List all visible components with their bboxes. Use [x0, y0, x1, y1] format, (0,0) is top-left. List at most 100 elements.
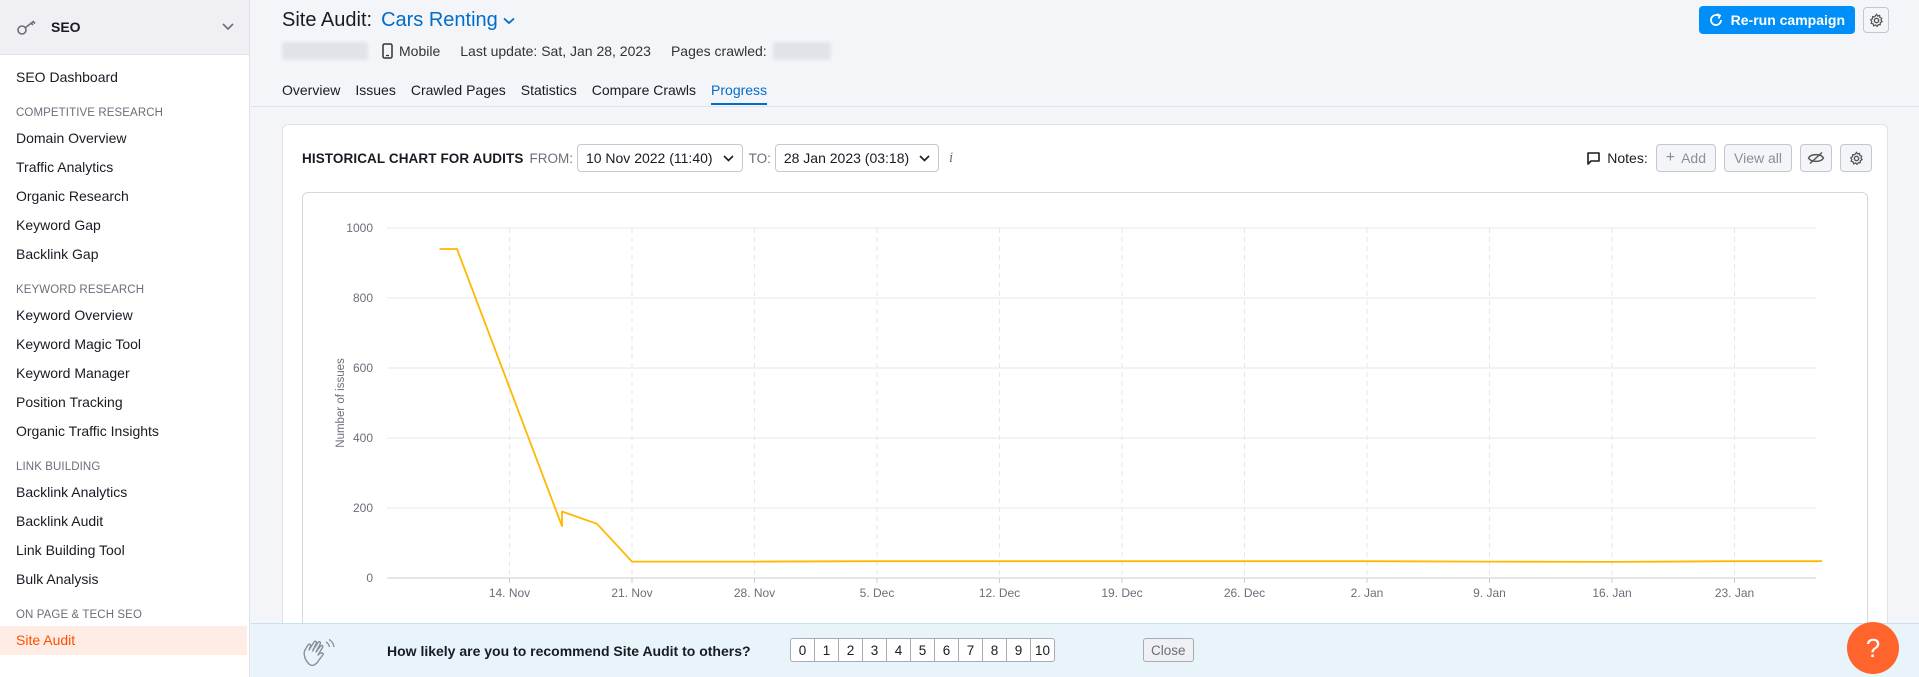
nps-option-9[interactable]: 9 — [1006, 638, 1031, 662]
x-tick-label: 19. Dec — [1101, 586, 1142, 600]
sidebar-section-title: LINK BUILDING — [16, 461, 101, 473]
sidebar-item-keyword-manager[interactable]: Keyword Manager — [0, 359, 249, 388]
y-tick-label: 0 — [366, 571, 373, 585]
sidebar-header[interactable]: SEO — [0, 0, 249, 55]
pages-crawled-label: Pages crawled: — [670, 43, 767, 59]
tab-issues[interactable]: Issues — [355, 82, 395, 105]
device-label: Mobile — [399, 43, 441, 59]
last-update: Last update: Sat, Jan 28, 2023 — [460, 43, 651, 59]
nps-option-2[interactable]: 2 — [838, 638, 863, 662]
sidebar-item-domain-overview[interactable]: Domain Overview — [0, 124, 249, 153]
series-line — [439, 248, 1822, 563]
sidebar-section-title: ON PAGE & TECH SEO — [16, 609, 142, 621]
mobile-icon — [382, 43, 393, 59]
close-feedback-button[interactable]: Close — [1143, 638, 1194, 662]
nps-option-8[interactable]: 8 — [982, 638, 1007, 662]
x-tick-label: 5. Dec — [860, 586, 895, 600]
rerun-label: Re-run campaign — [1730, 12, 1845, 28]
sidebar: SEO SEO Dashboard COMPETITIVE RESEARCH D… — [0, 0, 250, 677]
notes-label: Notes: — [1607, 150, 1648, 166]
y-tick-label: 1000 — [346, 221, 373, 235]
y-tick-label: 600 — [353, 361, 373, 375]
help-button[interactable]: ? — [1847, 622, 1899, 674]
gear-icon — [1849, 150, 1863, 165]
refresh-icon — [1709, 13, 1722, 26]
notes: Notes: — [1586, 150, 1648, 166]
to-date-dropdown[interactable]: 28 Jan 2023 (03:18) — [774, 144, 940, 172]
sidebar-item-backlink-analytics[interactable]: Backlink Analytics — [0, 478, 249, 507]
sidebar-item-position-tracking[interactable]: Position Tracking — [0, 388, 249, 417]
x-tick-label: 21. Nov — [611, 586, 652, 600]
rerun-campaign-button[interactable]: Re-run campaign — [1698, 6, 1855, 34]
info-icon[interactable]: i — [949, 151, 953, 166]
chart-card-title: HISTORICAL CHART FOR AUDITS — [302, 150, 524, 166]
sidebar-item-traffic-analytics[interactable]: Traffic Analytics — [0, 153, 249, 182]
historical-chart-card: HISTORICAL CHART FOR AUDITS FROM: 10 Nov… — [282, 124, 1888, 677]
sidebar-item-organic-traffic-insights[interactable]: Organic Traffic Insights — [0, 417, 249, 446]
chart-toolbar: HISTORICAL CHART FOR AUDITS FROM: 10 Nov… — [302, 144, 1872, 172]
chart-container: 0 200 400 600 800 1000 14. Nov 21. Nov 28. Nov 5.… — [302, 192, 1868, 632]
sidebar-section-title: KEYWORD RESEARCH — [16, 284, 145, 296]
plus-icon: + — [1665, 149, 1676, 166]
from-date-value: 10 Nov 2022 (11:40) — [585, 150, 713, 166]
nps-option-0[interactable]: 0 — [790, 638, 815, 662]
sidebar-item-keyword-overview[interactable]: Keyword Overview — [0, 301, 249, 330]
seo-key-icon — [15, 15, 39, 39]
x-tick-label: 2. Jan — [1351, 586, 1384, 600]
sidebar-item-keyword-gap[interactable]: Keyword Gap — [0, 211, 249, 240]
x-tick-label: 16. Jan — [1592, 586, 1631, 600]
chevron-down-icon[interactable] — [222, 23, 234, 31]
domain-redacted — [282, 42, 368, 60]
page-title: Site Audit: Cars Renting — [282, 9, 515, 32]
y-tick-label: 800 — [353, 291, 373, 305]
from-label: FROM: — [529, 150, 573, 166]
tab-progress[interactable]: Progress — [711, 82, 768, 105]
project-name: Cars Renting — [381, 9, 498, 31]
add-note-button[interactable]: + Add — [1655, 144, 1716, 172]
eye-off-icon — [1807, 151, 1825, 165]
sidebar-item-seo-dashboard[interactable]: SEO Dashboard — [0, 63, 249, 92]
x-tick-label: 28. Nov — [734, 586, 775, 600]
nps-option-1[interactable]: 1 — [814, 638, 839, 662]
sidebar-item-bulk-analysis[interactable]: Bulk Analysis — [0, 565, 249, 594]
page-header: Site Audit: Cars Renting Mobile Last upd… — [251, 0, 1919, 107]
add-note-label: Add — [1681, 150, 1706, 166]
nps-option-3[interactable]: 3 — [862, 638, 887, 662]
sidebar-item-backlink-audit[interactable]: Backlink Audit — [0, 507, 249, 536]
from-date-dropdown[interactable]: 10 Nov 2022 (11:40) — [576, 144, 743, 172]
tab-crawled-pages[interactable]: Crawled Pages — [411, 82, 506, 105]
sidebar-item-backlink-gap[interactable]: Backlink Gap — [0, 240, 249, 269]
main-area: Site Audit: Cars Renting Mobile Last upd… — [251, 0, 1919, 677]
x-tick-label: 9. Jan — [1473, 586, 1506, 600]
wave-hand-icon — [299, 638, 337, 671]
x-tick-label: 14. Nov — [489, 586, 530, 600]
view-all-notes-button[interactable]: View all — [1724, 144, 1792, 172]
view-all-label: View all — [1734, 150, 1782, 166]
nps-option-10[interactable]: 10 — [1030, 638, 1055, 662]
tab-overview[interactable]: Overview — [282, 82, 340, 105]
sidebar-item-keyword-magic-tool[interactable]: Keyword Magic Tool — [0, 330, 249, 359]
sidebar-item-site-audit[interactable]: Site Audit — [0, 626, 247, 655]
sidebar-section-title: COMPETITIVE RESEARCH — [16, 107, 164, 119]
settings-button[interactable] — [1863, 7, 1889, 33]
y-tick-label: 200 — [353, 501, 373, 515]
chart-settings-button[interactable] — [1840, 144, 1872, 172]
hide-notes-button[interactable] — [1800, 144, 1832, 172]
y-axis-label: Number of issues — [335, 358, 347, 448]
tab-compare-crawls[interactable]: Compare Crawls — [592, 82, 696, 105]
tab-statistics[interactable]: Statistics — [521, 82, 577, 105]
nps-option-5[interactable]: 5 — [910, 638, 935, 662]
x-tick-label: 23. Jan — [1715, 586, 1754, 600]
to-label: TO: — [748, 150, 771, 166]
sidebar-nav: SEO Dashboard COMPETITIVE RESEARCH Domai… — [0, 55, 249, 655]
chevron-down-icon — [722, 154, 734, 162]
sidebar-item-link-building-tool[interactable]: Link Building Tool — [0, 536, 249, 565]
y-tick-label: 400 — [353, 431, 373, 445]
x-tick-label: 26. Dec — [1224, 586, 1265, 600]
project-selector[interactable]: Cars Renting — [381, 9, 515, 32]
nps-option-6[interactable]: 6 — [934, 638, 959, 662]
nps-option-4[interactable]: 4 — [886, 638, 911, 662]
sidebar-item-organic-research[interactable]: Organic Research — [0, 182, 249, 211]
nps-option-7[interactable]: 7 — [958, 638, 983, 662]
issues-line-chart: 0 200 400 600 800 1000 14. Nov 21. Nov 28. Nov 5.… — [335, 221, 1822, 600]
